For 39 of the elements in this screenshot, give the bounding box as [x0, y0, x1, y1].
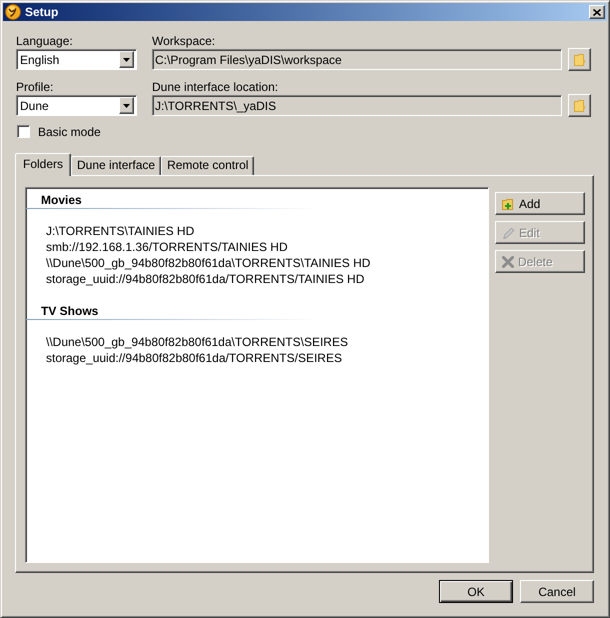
tab[interactable]: Dune interface [71, 156, 162, 175]
folder-path[interactable]: J:\TORRENTS\TAINIES HD [26, 223, 194, 239]
folder-icon [574, 54, 585, 66]
tab[interactable]: Folders [15, 153, 72, 176]
workspace-path-field[interactable]: C:\Program Files\yaDIS\workspace [152, 49, 562, 70]
caret-icon [123, 58, 130, 62]
tab[interactable]: Remote control [161, 156, 254, 175]
dialog-button[interactable]: Cancel [520, 580, 594, 603]
browse-button[interactable] [568, 48, 591, 71]
app-logo-icon [5, 4, 21, 20]
caret-icon [123, 104, 130, 108]
dialog-button[interactable]: OK [439, 580, 513, 603]
checkbox-label: Basic mode [38, 124, 101, 138]
dune-location-field[interactable]: J:\TORRENTS\_yaDIS [152, 95, 562, 116]
folder-icon [574, 100, 585, 112]
language-dropdown[interactable]: English [16, 49, 137, 70]
browse-button[interactable] [568, 94, 591, 117]
field-label: Dune interface location: [152, 80, 280, 94]
group-header: TV Shows [40, 304, 100, 318]
folder-path[interactable]: storage_uuid://94b80f82b80f61da/TORRENTS/TAINIES HD [26, 271, 364, 287]
cross-icon [502, 256, 514, 268]
side-button[interactable]: Add [495, 192, 585, 215]
checkbox[interactable] [17, 125, 30, 138]
window-title: Setup [25, 5, 58, 19]
folder-path[interactable]: \\Dune\500_gb_94b80f82b80f61da\TORRENTS\TAINIES HD [26, 255, 370, 271]
folder-path[interactable]: \\Dune\500_gb_94b80f82b80f61da\TORRENTS\SEIRES [26, 334, 348, 350]
folder-plus-icon [502, 198, 515, 210]
field-label: Profile: [16, 80, 54, 94]
dropdown-button[interactable] [119, 97, 134, 114]
folder-path[interactable]: smb://192.168.1.36/TORRENTS/TAINIES HD [26, 239, 288, 255]
field-label: Workspace: [152, 34, 216, 48]
profile-dropdown[interactable]: Dune [16, 95, 137, 116]
field-label: Language: [16, 34, 74, 48]
pencil-icon [502, 226, 515, 238]
dropdown-button[interactable] [119, 51, 134, 68]
folder-path[interactable]: storage_uuid://94b80f82b80f61da/TORRENTS/SEIRES [26, 350, 342, 366]
close-icon [593, 8, 601, 16]
group-header: Movies [40, 193, 83, 207]
close-button[interactable] [589, 5, 605, 19]
